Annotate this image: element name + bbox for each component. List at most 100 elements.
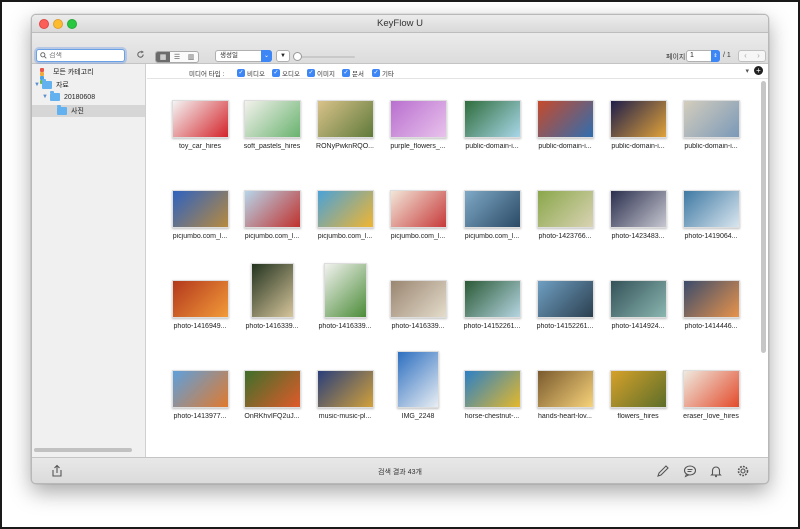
- checkmark-icon: ✓: [272, 69, 280, 77]
- bell-icon[interactable]: [709, 464, 725, 480]
- media-thumbnail[interactable]: [389, 190, 447, 228]
- media-thumbnail[interactable]: [609, 100, 667, 138]
- media-thumbnail[interactable]: [243, 190, 301, 228]
- column-view-icon[interactable]: ▥: [184, 52, 198, 62]
- media-thumbnail[interactable]: [609, 280, 667, 318]
- media-thumbnail[interactable]: [463, 100, 521, 138]
- next-page-button[interactable]: ›: [752, 51, 765, 61]
- media-thumbnail[interactable]: [682, 370, 740, 408]
- filter-video-checkbox[interactable]: ✓ 비디오: [237, 68, 265, 78]
- media-thumbnail[interactable]: [171, 280, 229, 318]
- filter-other-checkbox[interactable]: ✓ 기타: [372, 68, 394, 78]
- sidebar-scrollbar[interactable]: [34, 448, 132, 452]
- media-thumbnail[interactable]: [316, 190, 374, 228]
- page-select[interactable]: 1 ⇕: [686, 50, 720, 62]
- refresh-button[interactable]: [136, 50, 145, 62]
- content-scrollbar[interactable]: [761, 81, 766, 353]
- thumbnail-size-slider[interactable]: [293, 52, 355, 61]
- media-caption: picjumbo.com_l...: [244, 233, 300, 240]
- toolbar: ▦ ☰ ▥ 생성일 ⌄ ▼ 페이지 1 ⇕ / 1 ‹ ›: [32, 33, 768, 64]
- checkmark-icon: ✓: [237, 69, 245, 77]
- media-caption: photo-1419064...: [684, 233, 738, 240]
- media-caption: OnRKhvIFQ2uJ...: [244, 413, 300, 420]
- chat-icon[interactable]: [683, 464, 699, 480]
- media-thumbnail[interactable]: [250, 263, 294, 318]
- media-caption: public-domain-i...: [611, 143, 665, 150]
- media-thumbnail[interactable]: [171, 190, 229, 228]
- sidebar-item-library[interactable]: ▼ 자료: [34, 79, 69, 90]
- filter-document-checkbox[interactable]: ✓ 문서: [342, 68, 364, 78]
- sort-order-button[interactable]: ▼: [276, 50, 290, 62]
- page-value: 1: [690, 52, 694, 59]
- pencil-icon[interactable]: [656, 464, 672, 480]
- media-caption: horse-chestnut-...: [464, 413, 520, 420]
- sidebar-item-label: 모든 카테고리: [53, 69, 94, 76]
- filter-image-checkbox[interactable]: ✓ 이미지: [307, 68, 335, 78]
- filter-label: 미디어 타입 :: [189, 71, 225, 78]
- search-input[interactable]: [49, 52, 119, 59]
- media-thumbnail[interactable]: [323, 263, 367, 318]
- media-thumbnail[interactable]: [536, 190, 594, 228]
- media-thumbnail[interactable]: [243, 370, 301, 408]
- media-caption: IMG_2248: [401, 413, 435, 420]
- checkmark-icon: ✓: [342, 69, 350, 77]
- media-caption: purple_flowers_...: [390, 143, 446, 150]
- categories-icon: [40, 67, 49, 84]
- media-caption: photo-1414924...: [611, 323, 665, 330]
- app-window: KeyFlow U ▦ ☰ ▥ 생성일 ⌄ ▼ 페이지 1 ⇕ / 1 ‹: [31, 14, 769, 484]
- chevron-down-icon: ⌄: [261, 50, 272, 62]
- media-thumbnail[interactable]: [389, 280, 447, 318]
- media-thumbnail[interactable]: [536, 280, 594, 318]
- media-thumbnail[interactable]: [316, 370, 374, 408]
- checkmark-icon: ✓: [372, 69, 380, 77]
- media-thumbnail[interactable]: [171, 100, 229, 138]
- sidebar-item-all-categories[interactable]: 모든 카테고리: [40, 67, 94, 84]
- media-caption: photo-1414446...: [684, 323, 738, 330]
- media-thumbnail[interactable]: [682, 190, 740, 228]
- media-thumbnail[interactable]: [463, 370, 521, 408]
- filter-audio-checkbox[interactable]: ✓ 오디오: [272, 68, 300, 78]
- media-thumbnail[interactable]: [682, 100, 740, 138]
- list-view-icon[interactable]: ☰: [170, 52, 184, 62]
- prev-page-button[interactable]: ‹: [739, 51, 752, 61]
- search-field[interactable]: [36, 49, 125, 62]
- close-window-button[interactable]: [39, 19, 49, 29]
- gear-icon[interactable]: [736, 464, 752, 480]
- folder-icon: [49, 91, 60, 101]
- media-thumbnail[interactable]: [536, 370, 594, 408]
- add-icon[interactable]: +: [754, 66, 763, 75]
- media-caption: RONyPwknRQO...: [316, 143, 374, 150]
- media-thumbnail[interactable]: [463, 190, 521, 228]
- media-thumbnail[interactable]: [682, 280, 740, 318]
- media-caption: photo-1416339...: [391, 323, 445, 330]
- media-thumbnail[interactable]: [609, 370, 667, 408]
- media-thumbnail[interactable]: [463, 280, 521, 318]
- disclosure-triangle-icon[interactable]: ▼: [34, 82, 40, 88]
- media-thumbnail[interactable]: [316, 100, 374, 138]
- media-caption: picjumbo.com_l...: [317, 233, 373, 240]
- disclosure-triangle-icon[interactable]: ▼: [42, 94, 48, 100]
- page-total: / 1: [723, 52, 731, 59]
- media-thumbnail[interactable]: [536, 100, 594, 138]
- filter-menu-icon[interactable]: ▾: [745, 67, 749, 75]
- sort-select[interactable]: 생성일 ⌄: [215, 50, 272, 62]
- media-caption: photo-14152261...: [536, 323, 594, 330]
- media-thumbnail[interactable]: [243, 100, 301, 138]
- minimize-window-button[interactable]: [53, 19, 63, 29]
- view-mode-segment[interactable]: ▦ ☰ ▥: [155, 51, 199, 63]
- window-title: KeyFlow U: [377, 18, 423, 29]
- media-caption: music-music-pl...: [318, 413, 372, 420]
- sidebar-item-folder-date[interactable]: ▼ 20180608: [42, 91, 95, 101]
- media-thumbnail[interactable]: [389, 100, 447, 138]
- media-thumbnail[interactable]: [171, 370, 229, 408]
- sidebar-item-label: 자료: [55, 82, 69, 89]
- grid-view-icon[interactable]: ▦: [156, 52, 170, 62]
- sidebar-item-label: 사진: [71, 108, 84, 115]
- sidebar-item-photos[interactable]: 사진: [57, 105, 84, 116]
- media-thumbnail[interactable]: [609, 190, 667, 228]
- media-caption: photo-1416339...: [245, 323, 299, 330]
- slider-knob[interactable]: [293, 52, 302, 61]
- title-bar: KeyFlow U: [32, 15, 768, 33]
- media-thumbnail[interactable]: [397, 351, 439, 408]
- maximize-window-button[interactable]: [67, 19, 77, 29]
